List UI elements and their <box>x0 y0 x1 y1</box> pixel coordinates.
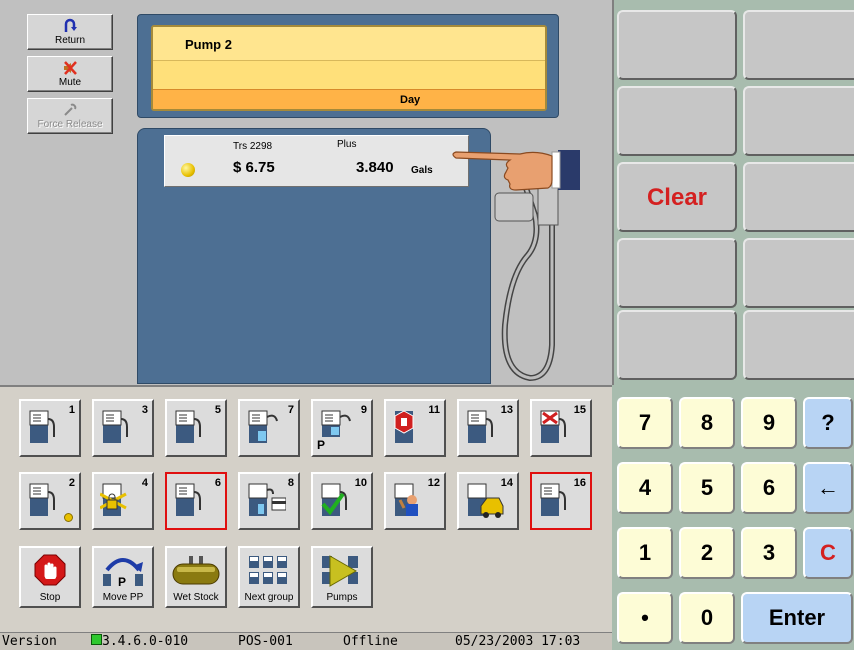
pump-button-5[interactable]: 5 <box>165 399 227 457</box>
pump-button-3[interactable]: 3 <box>92 399 154 457</box>
key-7[interactable]: 7 <box>617 397 673 449</box>
cancel-button[interactable]: C <box>803 527 853 579</box>
pump-button-6[interactable]: 6 <box>165 472 227 530</box>
transaction-amount: $ 6.75 <box>233 159 275 176</box>
mute-button[interactable]: Mute <box>27 56 113 92</box>
wet-stock-button[interactable]: Wet Stock <box>165 546 227 608</box>
connection-status: Offline <box>343 634 398 649</box>
function-key-2[interactable] <box>743 10 854 80</box>
return-button[interactable]: Return <box>27 14 113 50</box>
pump-icon <box>467 410 493 443</box>
fuel-tank-icon <box>172 556 220 585</box>
transaction-id: Trs 2298 <box>233 141 273 152</box>
return-icon <box>28 18 112 34</box>
pump-button-2[interactable]: 2 <box>19 472 81 530</box>
version-label: Version <box>2 634 57 649</box>
pump-icon <box>540 483 566 516</box>
function-key-9[interactable] <box>617 310 737 380</box>
transaction-panel[interactable]: Trs 2298 Plus $ 6.75 3.840 Gals <box>164 135 469 187</box>
pump-mode: Day <box>400 94 421 106</box>
pointing-hand-icon <box>452 150 580 191</box>
backspace-button[interactable]: ← <box>803 462 853 514</box>
stop-hand-icon <box>34 554 66 586</box>
pump-icon <box>29 410 55 443</box>
pump-locked-icon <box>100 483 127 516</box>
decimal-key[interactable]: • <box>617 592 673 644</box>
key-4[interactable]: 4 <box>617 462 673 514</box>
pump-maintenance-icon <box>394 483 418 516</box>
pump-button-13[interactable]: 13 <box>457 399 519 457</box>
pump-icon <box>175 410 201 443</box>
pump-button-11[interactable]: 11 <box>384 399 446 457</box>
status-bar: Version 3.4.6.0-010 POS-001 Offline 05/2… <box>0 632 612 650</box>
key-9[interactable]: 9 <box>741 397 797 449</box>
key-2[interactable]: 2 <box>679 527 735 579</box>
pump-button-1[interactable]: 1 <box>19 399 81 457</box>
function-key-8[interactable] <box>743 238 854 308</box>
pump-title: Pump 2 <box>185 37 232 52</box>
key-0[interactable]: 0 <box>679 592 735 644</box>
function-key-10[interactable] <box>743 310 854 380</box>
function-key-7[interactable] <box>617 238 737 308</box>
prepay-badge: P <box>118 575 126 588</box>
pump-button-15[interactable]: 15 <box>530 399 592 457</box>
pump-view: Return Mute Force Release Pump 2 Day Trs… <box>0 0 612 385</box>
stop-button[interactable]: Stop <box>19 546 81 608</box>
pump-icon <box>175 483 201 516</box>
pump-button-7[interactable]: 7 <box>238 399 300 457</box>
wrench-icon <box>28 102 112 118</box>
key-5[interactable]: 5 <box>679 462 735 514</box>
pump-icon <box>29 483 55 516</box>
function-key-6[interactable] <box>743 162 854 232</box>
pump-button-16[interactable]: 16 <box>530 472 592 530</box>
pump-stopped-icon <box>394 410 414 443</box>
function-key-1[interactable] <box>617 10 737 80</box>
clear-button[interactable]: Clear <box>617 162 737 232</box>
pos-id: POS-001 <box>238 634 293 649</box>
pump-icon <box>102 410 128 443</box>
volume-unit: Gals <box>411 165 433 176</box>
pump-paid-icon <box>321 483 347 516</box>
help-button[interactable]: ? <box>803 397 853 449</box>
pump-nozzle-out-icon <box>248 410 278 443</box>
prepay-badge: P <box>317 438 326 452</box>
datetime: 05/23/2003 17:03 <box>455 634 581 649</box>
transaction-volume: 3.840 <box>356 159 394 176</box>
function-key-4[interactable] <box>743 86 854 156</box>
key-1[interactable]: 1 <box>617 527 673 579</box>
pump-button-12[interactable]: 12 <box>384 472 446 530</box>
pump-display: Pump 2 Day <box>151 25 547 111</box>
pumps-button[interactable]: Pumps <box>311 546 373 608</box>
mute-icon <box>28 60 112 76</box>
pump-vehicle-icon <box>467 483 504 518</box>
online-led-icon <box>91 634 102 645</box>
enter-button[interactable]: Enter <box>741 592 853 644</box>
next-group-icon <box>249 556 287 584</box>
force-release-button[interactable]: Force Release <box>27 98 113 134</box>
version-number: 3.4.6.0-010 <box>102 634 189 649</box>
key-3[interactable]: 3 <box>741 527 797 579</box>
function-key-3[interactable] <box>617 86 737 156</box>
move-pp-button[interactable]: P Move PP <box>92 546 154 608</box>
grade-label: Plus <box>337 139 357 150</box>
status-dot-icon <box>181 163 195 177</box>
pump-button-14[interactable]: 14 <box>457 472 519 530</box>
pump-button-9[interactable]: 9 P <box>311 399 373 457</box>
pump-button-8[interactable]: 8 <box>238 472 300 530</box>
pump-button-10[interactable]: 10 <box>311 472 373 530</box>
next-group-button[interactable]: Next group <box>238 546 300 608</box>
pump-error-icon <box>540 410 566 443</box>
move-prepay-icon: P <box>103 558 143 588</box>
transaction-dot-icon <box>64 513 73 522</box>
key-8[interactable]: 8 <box>679 397 735 449</box>
key-6[interactable]: 6 <box>741 462 797 514</box>
pumps-play-icon <box>322 555 358 587</box>
pump-card-icon <box>248 483 286 516</box>
pump-button-4[interactable]: 4 <box>92 472 154 530</box>
